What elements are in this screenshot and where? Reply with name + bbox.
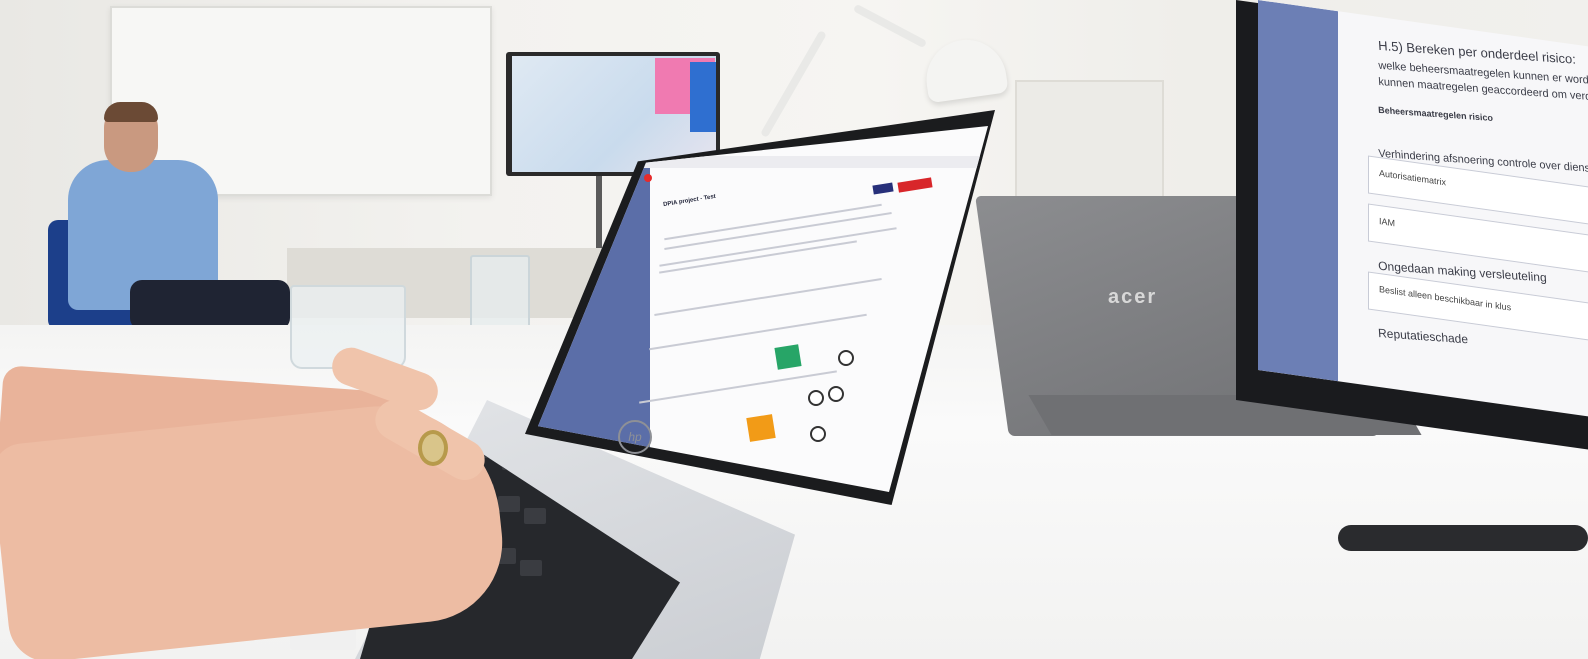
key[interactable] [524, 508, 546, 524]
key[interactable] [520, 560, 542, 576]
table-row-divider [654, 278, 882, 316]
wall-tv-graphic [690, 62, 716, 132]
add-icon[interactable] [810, 426, 826, 442]
office-room: acer H.5) Bereken per onderdeel risico: … [0, 0, 1588, 659]
risk-cell-green [774, 344, 802, 370]
monitor-section-label: Beheersmaatregelen risico [1377, 104, 1494, 124]
hp-logo: hp [618, 420, 652, 454]
monitor-sidebar [1258, 0, 1338, 382]
monitor-input-value: Beslist alleen beschikbaar in klus [1379, 284, 1512, 313]
page-title: DPIA project - Test [662, 193, 717, 209]
monitor-screen: H.5) Bereken per onderdeel risico: welke… [1258, 0, 1588, 418]
table-row-divider [649, 313, 867, 351]
monitor-input-value: Autorisatiematrix [1379, 168, 1447, 188]
app-logo [644, 174, 652, 182]
monitor-input-value: IAM [1379, 216, 1396, 229]
acer-logo: acer [1108, 286, 1158, 308]
monitor-text: Reputatieschade [1377, 325, 1469, 347]
monitor-stand [1338, 525, 1588, 551]
person-hair [104, 102, 158, 122]
add-icon[interactable] [808, 390, 824, 406]
remove-icon[interactable] [838, 350, 854, 366]
text-line [664, 212, 892, 250]
primary-button[interactable] [872, 182, 894, 195]
danger-button[interactable] [897, 177, 933, 193]
ring [418, 430, 448, 466]
remove-icon[interactable] [828, 386, 844, 402]
person-legs [130, 280, 290, 330]
key[interactable] [498, 496, 520, 512]
risk-cell-orange [746, 414, 776, 442]
water-glass [470, 255, 530, 335]
